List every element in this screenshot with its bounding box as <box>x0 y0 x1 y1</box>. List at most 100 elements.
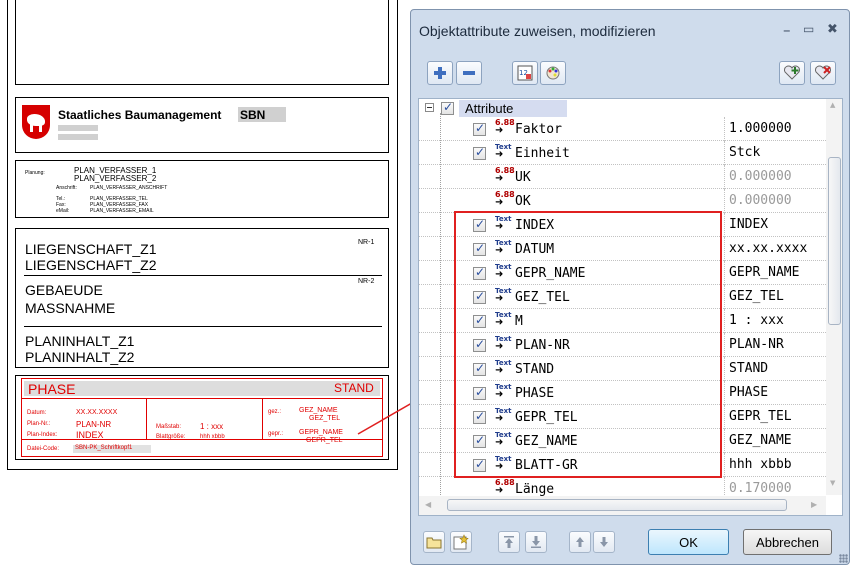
attribute-value[interactable]: PLAN-NR <box>729 337 825 352</box>
dialog-titlebar[interactable]: Objektattribute zuweisen, modifizieren –… <box>411 10 849 50</box>
plus-icon <box>434 67 446 79</box>
collapse-toggle-icon[interactable] <box>425 103 434 112</box>
gepr-name: GEPR_NAME <box>299 429 343 436</box>
attribute-value[interactable]: Stck <box>729 145 825 160</box>
attribute-row[interactable]: ✓ Text ➜ Einheit Stck <box>419 141 826 165</box>
frame-left-line <box>7 0 8 470</box>
attribute-checkbox[interactable]: ✓ <box>473 121 486 136</box>
heart-plus-icon <box>784 65 800 80</box>
column-separator <box>724 429 725 453</box>
planinhalt-2: PLANINHALT_Z2 <box>25 349 135 365</box>
close-button[interactable]: ✖ <box>827 22 838 37</box>
attribute-value[interactable]: 1.000000 <box>729 121 825 136</box>
resize-grip-icon[interactable] <box>839 554 848 563</box>
scroll-down-icon[interactable]: ▼ <box>830 479 835 487</box>
arrow-right-icon: ➜ <box>495 125 504 136</box>
attribute-value[interactable]: GEPR_TEL <box>729 409 825 424</box>
number-format-button[interactable]: 12 <box>512 61 538 85</box>
attribute-value[interactable]: STAND <box>729 361 825 376</box>
anschrift-value: PLAN_VERFASSER_ANSCHRIFT <box>90 185 168 191</box>
add-attribute-button[interactable] <box>427 61 453 85</box>
remove-attribute-button[interactable] <box>456 61 482 85</box>
open-folder-button[interactable] <box>423 531 445 553</box>
palette-button[interactable] <box>540 61 566 85</box>
planinhalt-1: PLANINHALT_Z1 <box>25 333 135 349</box>
arrow-up-icon <box>576 537 584 547</box>
scroll-up-icon[interactable]: ▲ <box>830 101 835 109</box>
cancel-button[interactable]: Abbrechen <box>743 529 832 555</box>
attribute-value[interactable]: PHASE <box>729 385 825 400</box>
remove-favorite-button[interactable] <box>810 61 836 85</box>
move-top-icon <box>504 536 514 548</box>
horizontal-scrollbar-thumb[interactable] <box>447 499 787 511</box>
phase-label: PHASE <box>28 381 76 397</box>
maximize-button[interactable]: ▭ <box>803 22 814 36</box>
heart-remove-icon <box>815 65 831 80</box>
massnahme: MASSNAHME <box>25 300 116 316</box>
plannr-label: Plan-Nr.: <box>27 421 51 427</box>
move-down-button[interactable] <box>593 531 615 553</box>
org-code: SBN <box>240 108 266 122</box>
attribute-row[interactable]: ✓ 6.88 ➜ Faktor 1.000000 <box>419 117 826 141</box>
tree-root-row[interactable]: ✓ Attribute <box>419 99 826 117</box>
gepr-label: gepr.: <box>268 431 284 437</box>
attribute-name: OK <box>515 194 531 209</box>
vertical-scrollbar[interactable]: ▲ ▼ <box>826 99 842 495</box>
screenshot-stage: Staatliches Baumanagement SBN Planung: P… <box>0 0 855 568</box>
phase-col-line-2 <box>262 398 263 439</box>
horizontal-scrollbar[interactable]: ◀ ▶ <box>419 496 826 515</box>
attribute-value[interactable]: INDEX <box>729 217 825 232</box>
attribute-value[interactable]: 0.170000 <box>729 481 825 496</box>
root-checkbox[interactable]: ✓ <box>441 100 454 115</box>
column-separator <box>724 189 725 213</box>
arrow-right-icon: ➜ <box>495 149 504 160</box>
checkmark-icon: ✓ <box>475 121 486 135</box>
column-separator <box>724 261 725 285</box>
attribute-value[interactable]: hhh xbbb <box>729 457 825 472</box>
scroll-left-icon[interactable]: ◀ <box>425 500 431 509</box>
datum-value: XX.XX.XXXX <box>76 409 118 416</box>
project-divider-2 <box>24 326 382 327</box>
add-favorite-button[interactable] <box>779 61 805 85</box>
attribute-checkbox[interactable]: ✓ <box>473 145 486 160</box>
attribute-value[interactable]: 0.000000 <box>729 193 825 208</box>
scrollbar-thumb[interactable] <box>828 157 841 325</box>
ok-button[interactable]: OK <box>648 529 729 555</box>
favorite-star-button[interactable] <box>450 531 472 553</box>
planindex-value: INDEX <box>76 430 104 440</box>
tree-root-label: Attribute <box>465 101 514 116</box>
attribute-value[interactable]: GEZ_TEL <box>729 289 825 304</box>
column-separator <box>724 141 725 165</box>
column-separator <box>724 117 725 141</box>
column-separator <box>724 309 725 333</box>
gebaeude: GEBAEUDE <box>25 282 103 298</box>
massstab-value: 1 : xxx <box>200 422 224 431</box>
move-top-button[interactable] <box>498 531 520 553</box>
move-bottom-button[interactable] <box>525 531 547 553</box>
verfasser-2: PLAN_VERFASSER_2 <box>74 174 157 183</box>
planung-label: Planung: <box>25 170 45 176</box>
scroll-right-icon[interactable]: ▶ <box>811 500 817 509</box>
attribute-row[interactable]: 6.88 ➜ UK 0.000000 <box>419 165 826 189</box>
minimize-button[interactable]: – <box>783 21 791 39</box>
phase-header-field <box>24 381 380 396</box>
star-icon <box>453 534 469 550</box>
attribute-value[interactable]: 1 : xxx <box>729 313 825 328</box>
minus-icon <box>463 71 475 75</box>
blattgroesse-value: hhh xbbb <box>200 434 225 440</box>
coat-of-arms-icon <box>22 105 50 139</box>
nr2-label: NR-2 <box>358 278 375 285</box>
attribute-row[interactable]: 6.88 ➜ OK 0.000000 <box>419 189 826 213</box>
move-up-button[interactable] <box>569 531 591 553</box>
attribute-value[interactable]: GEZ_NAME <box>729 433 825 448</box>
gez-label: gez.: <box>268 409 282 415</box>
number-type-icon: 6.88 ➜ <box>495 167 515 184</box>
gepr-tel: GEPR_TEL <box>306 437 343 444</box>
attribute-value[interactable]: GEPR_NAME <box>729 265 825 280</box>
highlight-frame <box>454 211 722 478</box>
attribute-value[interactable]: 0.000000 <box>729 169 825 184</box>
attribute-value[interactable]: xx.xx.xxxx <box>729 241 825 256</box>
massstab-label: Maßstab: <box>156 424 182 430</box>
phase-col-line-1 <box>146 398 147 439</box>
blattgroesse-label: Blattgröße: <box>156 434 186 440</box>
